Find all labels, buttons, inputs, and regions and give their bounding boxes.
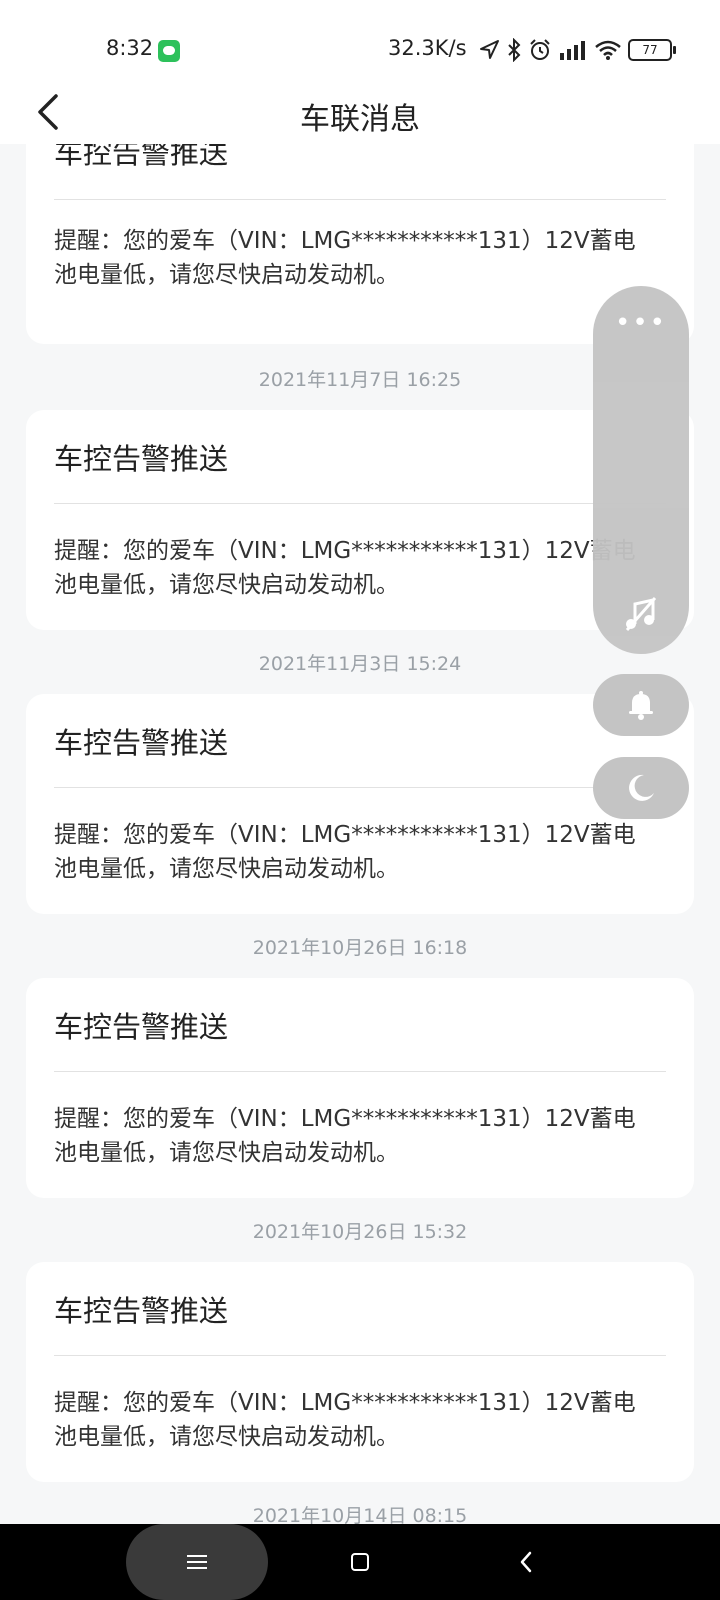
back-button[interactable] (502, 1538, 550, 1586)
music-off-icon[interactable] (621, 594, 661, 634)
bell-icon (629, 691, 653, 720)
wifi-icon (595, 40, 621, 60)
message-timestamp: 2021年11月3日 15:24 (258, 653, 462, 675)
message-card[interactable]: 车控告警推送 提醒：您的爱车（VIN：LMG***********131）12V… (26, 978, 694, 1198)
message-title: 车控告警推送 (54, 442, 229, 476)
divider (54, 199, 666, 200)
message-body: 提醒：您的爱车（VIN：LMG***********131）12V蓄电池电量低，… (54, 228, 636, 288)
message-body: 提醒：您的爱车（VIN：LMG***********131）12V蓄电池电量低，… (54, 1390, 636, 1450)
menu-icon (187, 1555, 207, 1569)
signal-icon (560, 41, 585, 60)
page-title: 车联消息 (300, 102, 420, 137)
status-bar: 8:32 32.3K/s 77 (0, 0, 720, 80)
message-body: 提醒：您的爱车（VIN：LMG***********131）12V蓄电池电量低，… (54, 1106, 636, 1166)
divider (54, 1071, 666, 1072)
divider (54, 787, 666, 788)
bell-button[interactable] (593, 674, 689, 736)
status-time: 8:32 (106, 36, 154, 60)
menu-pill[interactable] (126, 1524, 268, 1600)
message-body: 提醒：您的爱车（VIN：LMG***********131）12V蓄电池电量低，… (54, 538, 636, 598)
alarm-icon (530, 39, 550, 60)
more-icon[interactable]: ••• (593, 308, 689, 338)
divider (54, 503, 666, 504)
floating-panel[interactable]: ••• (593, 286, 689, 654)
moon-button[interactable] (593, 757, 689, 819)
divider (54, 1355, 666, 1356)
header: 车联消息 (0, 80, 720, 144)
back-icon (520, 1551, 532, 1573)
message-title: 车控告警推送 (54, 1294, 229, 1328)
system-nav-bar (0, 1524, 720, 1600)
message-body: 提醒：您的爱车（VIN：LMG***********131）12V蓄电池电量低，… (54, 822, 636, 882)
message-timestamp: 2021年10月26日 15:32 (252, 1221, 468, 1243)
message-timestamp: 2021年10月26日 16:18 (252, 937, 468, 959)
message-title: 车控告警推送 (54, 1010, 229, 1044)
home-icon (351, 1553, 369, 1571)
home-button[interactable] (336, 1538, 384, 1586)
net-speed: 32.3K/s (388, 36, 467, 60)
message-title: 车控告警推送 (54, 144, 229, 170)
location-icon (480, 40, 499, 59)
wechat-icon (158, 40, 180, 62)
battery-icon: 77 (628, 39, 676, 61)
message-card[interactable]: 车控告警推送 提醒：您的爱车（VIN：LMG***********131）12V… (26, 1262, 694, 1482)
moon-icon (629, 774, 654, 801)
message-timestamp: 2021年10月14日 08:15 (252, 1505, 468, 1524)
message-title: 车控告警推送 (54, 726, 229, 760)
bluetooth-icon (508, 38, 521, 62)
message-card[interactable]: 车控告警推送 提醒：您的爱车（VIN：LMG***********131）12V… (26, 694, 694, 914)
menu-button[interactable] (173, 1538, 221, 1586)
